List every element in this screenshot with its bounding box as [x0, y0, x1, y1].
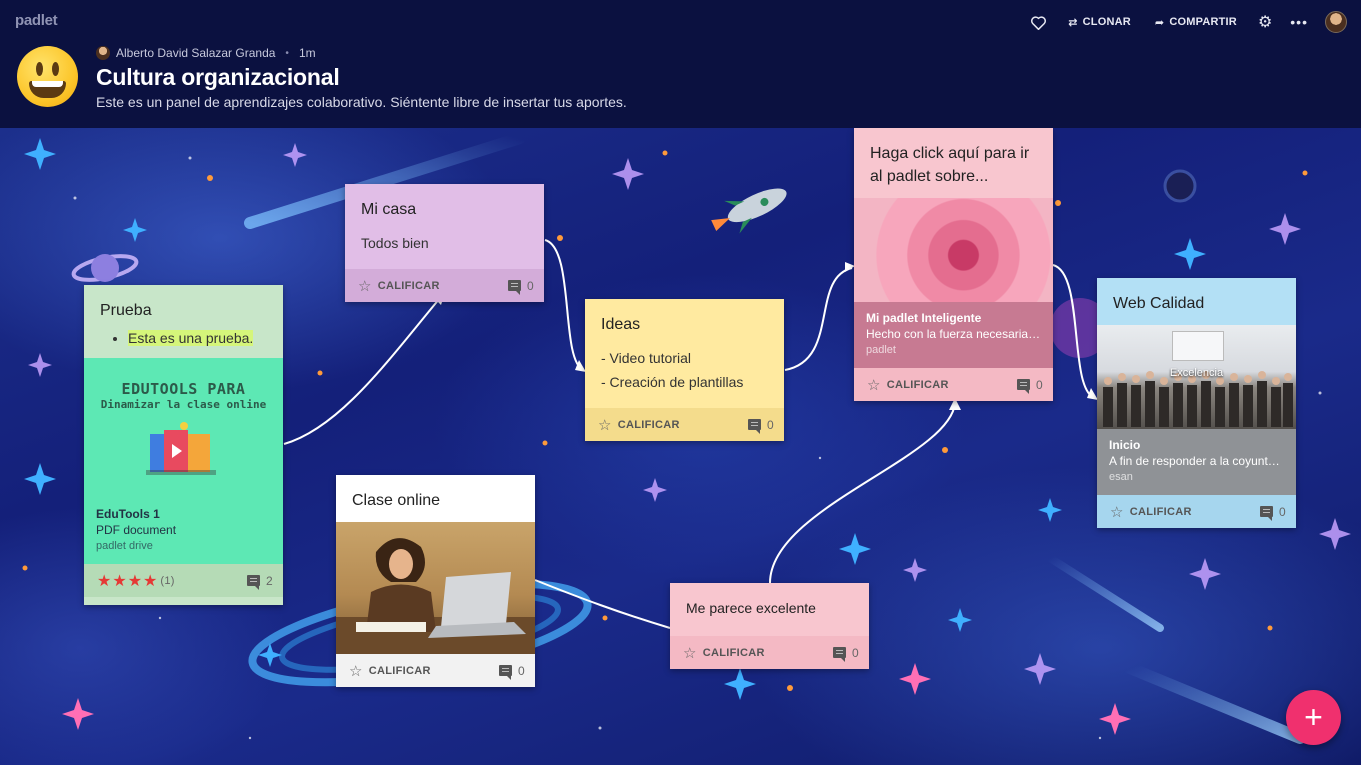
post-title: Web Calidad: [1113, 295, 1205, 312]
post-haga-click[interactable]: Haga click aquí para ir al padlet sobre.…: [854, 128, 1053, 401]
post-time: 1m: [298, 46, 316, 60]
comments-button[interactable]: 0: [508, 269, 534, 302]
comment-icon: [1017, 379, 1031, 394]
post-prueba[interactable]: Prueba Esta es una prueba. EDUTOOLS PARA…: [84, 285, 283, 605]
post-footer: ☆ CALIFICAR 0: [336, 654, 535, 687]
attachment-thumbnail[interactable]: [336, 522, 535, 654]
board-header: padlet ⇄ CLONAR ➦ COMPARTIR ⚙ ••• Albert…: [0, 0, 1361, 128]
gear-icon[interactable]: ⚙: [1249, 10, 1281, 34]
post-title: Clase online: [352, 492, 441, 509]
post-me-parece-excelente[interactable]: Me parece excelente ☆ CALIFICAR 0: [670, 583, 869, 669]
star-icon[interactable]: ☆: [598, 416, 612, 434]
plus-icon: +: [1304, 699, 1323, 735]
comment-icon: [1260, 506, 1274, 521]
star-icon[interactable]: ☆: [683, 644, 697, 662]
comments-button[interactable]: 2: [247, 564, 273, 597]
post-body: Todos bien: [361, 235, 429, 251]
comments-button[interactable]: 0: [499, 654, 525, 687]
board-emoji-icon: [17, 46, 78, 107]
star-icon[interactable]: ☆: [1110, 503, 1124, 521]
star-icon[interactable]: ☆: [349, 662, 363, 680]
video-files-icon: [146, 422, 216, 475]
user-avatar[interactable]: [1325, 11, 1347, 33]
post-title: Haga click aquí para ir al padlet sobre.…: [870, 145, 1030, 185]
board-description: Este es un panel de aprendizajes colabor…: [96, 94, 627, 110]
comments-button[interactable]: 0: [833, 636, 859, 669]
rate-button[interactable]: CALIFICAR: [618, 419, 680, 431]
share-icon: ➦: [1154, 16, 1165, 29]
attachment-thumbnail[interactable]: Excelencia: [1097, 325, 1296, 429]
post-footer: ★★★★ (1) 2: [84, 564, 283, 597]
post-web-calidad[interactable]: Web Calidad Excelencia Inicio A fin de r…: [1097, 278, 1296, 528]
post-footer: ☆ CALIFICAR 0: [345, 269, 544, 302]
attachment-meta[interactable]: Mi padlet Inteligente Hecho con la fuerz…: [854, 302, 1053, 368]
board-canvas[interactable]: Prueba Esta es una prueba. EDUTOOLS PARA…: [0, 128, 1361, 765]
comments-button[interactable]: 0: [1017, 368, 1043, 401]
padlet-logo[interactable]: padlet: [15, 12, 58, 29]
attachment-meta[interactable]: EduTools 1 PDF document padlet drive: [84, 498, 283, 564]
rate-button[interactable]: CALIFICAR: [887, 379, 949, 391]
post-title: Me parece excelente: [686, 600, 816, 616]
rating-stars[interactable]: ★★★★: [97, 571, 158, 591]
heart-icon[interactable]: [1021, 10, 1056, 34]
star-icon[interactable]: ☆: [358, 277, 372, 295]
board-toolbar: ⇄ CLONAR ➦ COMPARTIR ⚙ •••: [1021, 10, 1347, 34]
student-laptop-photo: [336, 538, 535, 654]
comments-button[interactable]: 0: [1260, 495, 1286, 528]
post-ideas[interactable]: Ideas - Video tutorial - Creación de pla…: [585, 299, 784, 441]
comment-icon: [748, 419, 762, 434]
attachment-thumbnail[interactable]: [854, 198, 1053, 302]
author-avatar: [96, 46, 110, 60]
author-name[interactable]: Alberto David Salazar Granda: [116, 46, 275, 60]
post-clase-online[interactable]: Clase online ☆ CALIFICAR 0: [336, 475, 535, 687]
post-bullet: Esta es una prueba.: [128, 330, 254, 346]
rate-button[interactable]: CALIFICAR: [1130, 506, 1192, 518]
comment-icon: [247, 575, 261, 590]
post-footer: ☆ CALIFICAR 0: [854, 368, 1053, 401]
image-caption: Excelencia: [1169, 367, 1224, 379]
post-mi-casa[interactable]: Mi casa Todos bien ☆ CALIFICAR 0: [345, 184, 544, 302]
board-title: Cultura organizacional: [96, 64, 340, 90]
comments-button[interactable]: 0: [748, 408, 774, 441]
post-body: - Video tutorial - Creación de plantilla…: [601, 350, 744, 390]
add-post-button[interactable]: +: [1286, 690, 1341, 745]
clone-button[interactable]: ⇄ CLONAR: [1056, 10, 1143, 34]
rate-button[interactable]: CALIFICAR: [369, 665, 431, 677]
more-icon[interactable]: •••: [1281, 10, 1317, 34]
post-title: Mi casa: [361, 201, 417, 218]
post-footer: ☆ CALIFICAR 0: [585, 408, 784, 441]
rate-button[interactable]: CALIFICAR: [703, 647, 765, 659]
post-title: Prueba: [100, 302, 152, 319]
rate-button[interactable]: CALIFICAR: [378, 280, 440, 292]
clone-icon: ⇄: [1068, 16, 1078, 29]
attachment-thumbnail[interactable]: EDUTOOLS PARA Dinamizar la clase online: [84, 358, 283, 498]
star-icon[interactable]: ☆: [867, 376, 881, 394]
comment-icon: [833, 647, 847, 662]
author-row: Alberto David Salazar Granda • 1m: [96, 46, 316, 60]
comment-icon: [499, 665, 513, 680]
attachment-meta[interactable]: Inicio A fin de responder a la coyuntu..…: [1097, 429, 1296, 495]
post-title: Ideas: [601, 316, 641, 333]
post-footer: ☆ CALIFICAR 0: [1097, 495, 1296, 528]
comment-icon: [508, 280, 522, 295]
share-button[interactable]: ➦ COMPARTIR: [1143, 10, 1249, 34]
post-footer: ☆ CALIFICAR 0: [670, 636, 869, 669]
